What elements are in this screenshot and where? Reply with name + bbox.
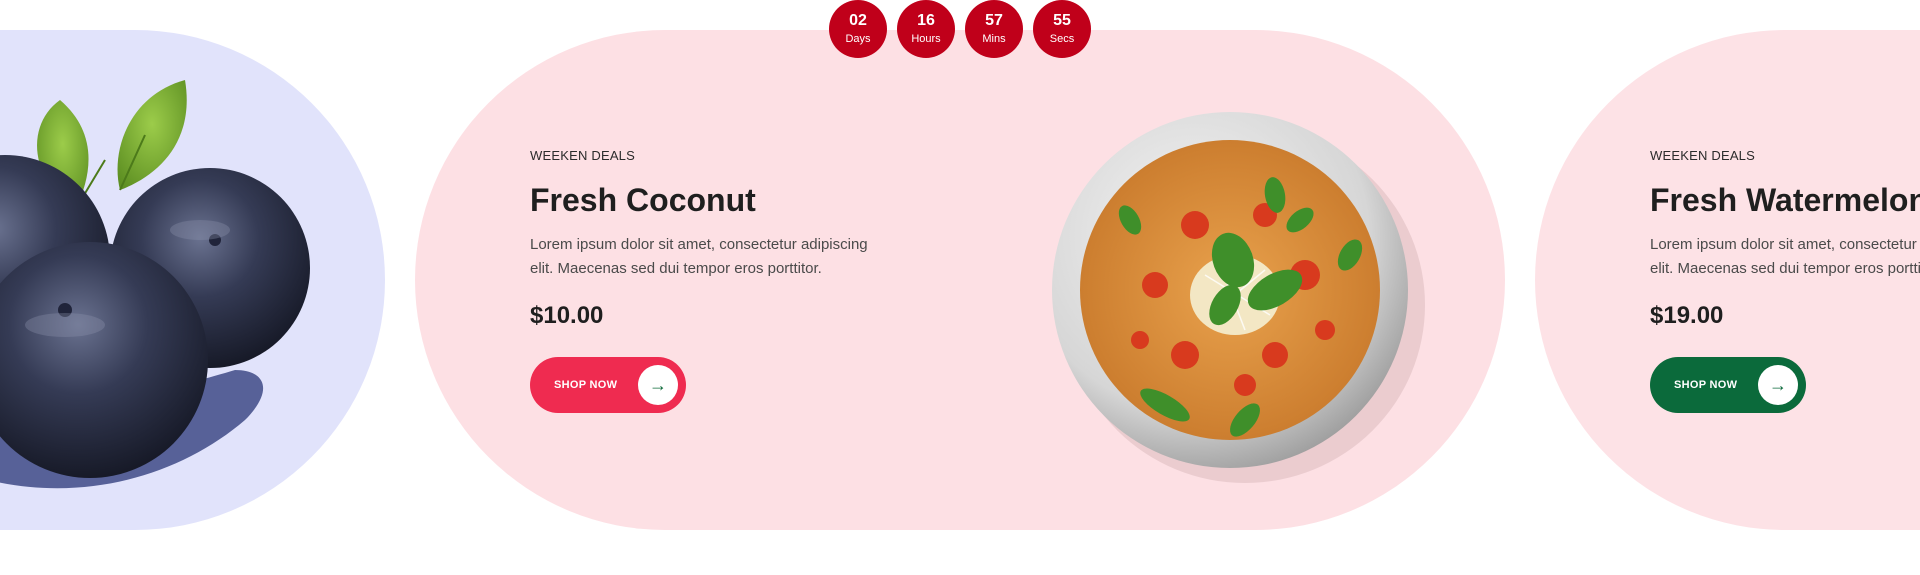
days-label: Days bbox=[845, 33, 871, 45]
product-description: Lorem ipsum dolor sit amet, consectetur … bbox=[1650, 236, 1920, 277]
spaghetti-plate-image bbox=[1052, 112, 1425, 483]
deal-slide-center[interactable]: WEEKEN DEALS Fresh Coconut Lorem ipsum d… bbox=[415, 30, 1505, 530]
deal-slide-left[interactable] bbox=[0, 30, 385, 530]
arrow-right-icon: → bbox=[638, 365, 678, 405]
shop-now-button[interactable]: SHOP NOW → bbox=[1650, 357, 1806, 413]
countdown-days: 02 Days bbox=[829, 0, 887, 58]
hours-label: Hours bbox=[911, 33, 941, 45]
countdown-hours: 16 Hours bbox=[897, 0, 955, 58]
arrow-right-icon: → bbox=[1758, 365, 1798, 405]
mins-value: 57 bbox=[985, 12, 1003, 29]
days-value: 02 bbox=[849, 12, 867, 29]
shop-now-button[interactable]: SHOP NOW → bbox=[530, 357, 686, 413]
product-price: $10.00 bbox=[530, 302, 604, 329]
deal-tag: WEEKEN DEALS bbox=[530, 148, 635, 163]
product-title: Fresh Coconut bbox=[530, 182, 756, 218]
shop-now-label: SHOP NOW bbox=[1674, 379, 1738, 391]
deals-carousel: WEEKEN DEALS Fresh Coconut Lorem ipsum d… bbox=[0, 0, 1920, 575]
countdown-timer: 02 Days 16 Hours 57 Mins 55 Secs bbox=[829, 0, 1091, 58]
product-price: $19.00 bbox=[1650, 302, 1724, 329]
blueberries-image bbox=[0, 80, 310, 489]
mins-label: Mins bbox=[982, 33, 1006, 45]
secs-value: 55 bbox=[1053, 12, 1071, 29]
secs-label: Secs bbox=[1049, 33, 1075, 45]
countdown-mins: 57 Mins bbox=[965, 0, 1023, 58]
countdown-secs: 55 Secs bbox=[1033, 0, 1091, 58]
deal-tag: WEEKEN DEALS bbox=[1650, 148, 1755, 163]
deal-slide-right[interactable]: WEEKEN DEALS Fresh Watermelon Lorem ipsu… bbox=[1535, 30, 1920, 530]
shop-now-label: SHOP NOW bbox=[554, 379, 618, 391]
hours-value: 16 bbox=[917, 12, 935, 29]
product-title: Fresh Watermelon bbox=[1650, 182, 1920, 218]
product-description: Lorem ipsum dolor sit amet, consectetur … bbox=[530, 236, 868, 277]
